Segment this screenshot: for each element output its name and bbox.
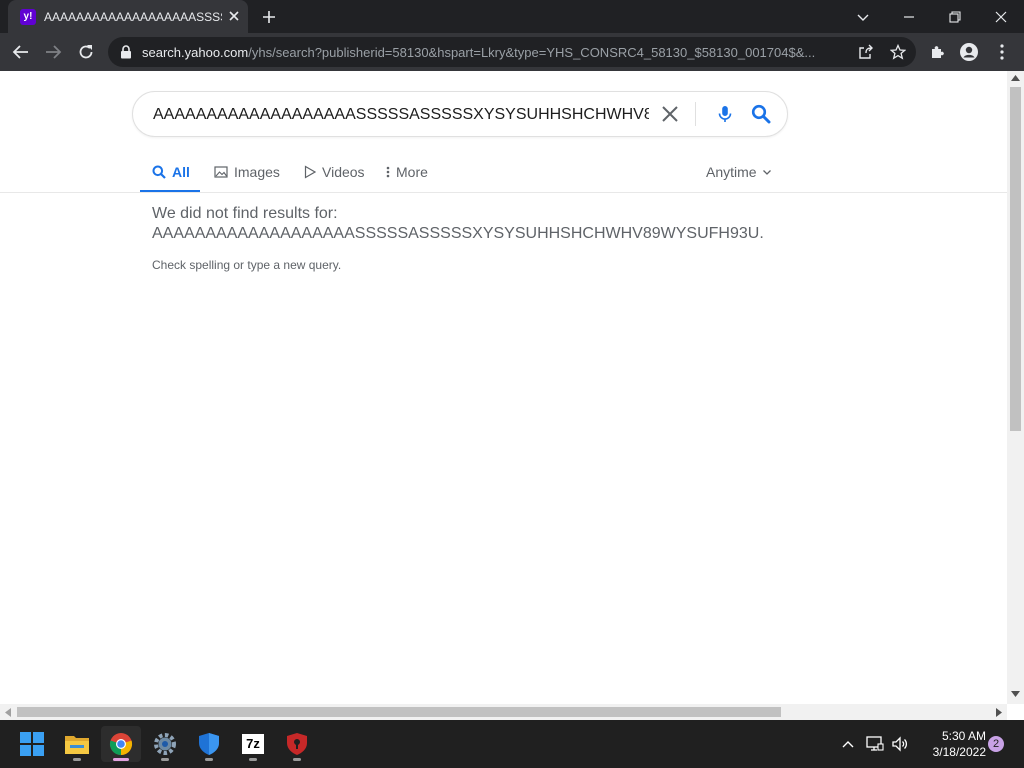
tab-all-label: All: [172, 164, 190, 180]
extensions-puzzle-icon[interactable]: [927, 41, 949, 63]
vertical-scroll-thumb[interactable]: [1010, 87, 1021, 431]
scroll-right-arrow-icon[interactable]: [996, 708, 1002, 717]
profile-avatar-icon[interactable]: [958, 41, 980, 63]
tab-images-label: Images: [234, 164, 280, 180]
lock-icon[interactable]: [120, 45, 132, 64]
red-shield-icon: [287, 733, 307, 755]
tab-more-label: More: [396, 164, 428, 180]
minimize-button[interactable]: [886, 0, 932, 33]
windows-taskbar: 7z 5:30 AM 3/18/2022 2: [0, 720, 1024, 768]
running-indicator: [205, 758, 213, 761]
more-vert-icon: [386, 166, 390, 178]
taskbar-7zip[interactable]: 7z: [233, 726, 273, 762]
no-results-message: We did not find results for: AAAAAAAAAAA…: [152, 204, 852, 244]
tab-more[interactable]: More: [386, 152, 428, 192]
taskbar-security-app[interactable]: [277, 726, 317, 762]
reload-icon[interactable]: [75, 41, 97, 63]
clear-search-icon[interactable]: [661, 105, 679, 123]
spelling-hint: Check spelling or type a new query.: [152, 258, 342, 272]
browser-toolbar: search.yahoo.com/yhs/search?publisherid=…: [0, 33, 1024, 71]
search-box[interactable]: AAAAAAAAAAAAAAAAAAASSSSSASSSSSXYSYSUHHSH…: [132, 91, 788, 137]
scroll-up-arrow-icon[interactable]: [1011, 75, 1020, 81]
address-bar[interactable]: search.yahoo.com/yhs/search?publisherid=…: [108, 37, 916, 67]
tabs-divider: [0, 192, 1007, 193]
time-filter-label: Anytime: [706, 164, 757, 180]
tab-videos-label: Videos: [322, 164, 365, 180]
seven-zip-icon: 7z: [242, 734, 264, 754]
restore-button[interactable]: [932, 0, 978, 33]
taskbar-chrome[interactable]: [101, 726, 141, 762]
scroll-down-arrow-icon[interactable]: [1011, 691, 1020, 697]
network-icon[interactable]: [865, 734, 885, 754]
start-button[interactable]: [12, 726, 52, 762]
url-text[interactable]: search.yahoo.com/yhs/search?publisherid=…: [142, 44, 822, 61]
web-page: AAAAAAAAAAAAAAAAAAASSSSSASSSSSXYSYSUHHSH…: [0, 71, 1007, 704]
chrome-logo-icon: [109, 733, 133, 756]
volume-icon[interactable]: [890, 734, 910, 754]
windows-logo-icon: [20, 732, 44, 756]
gear-icon: [154, 733, 176, 755]
taskbar-settings[interactable]: [145, 726, 185, 762]
active-indicator: [113, 758, 129, 761]
show-hidden-icons-chevron-icon[interactable]: [838, 734, 858, 754]
running-indicator: [249, 758, 257, 761]
close-window-button[interactable]: [978, 0, 1024, 33]
scroll-left-arrow-icon[interactable]: [5, 708, 11, 717]
tab-title: AAAAAAAAAAAAAAAAAAASSSSSASSSSSXYSYSUHHSH…: [44, 10, 222, 24]
clock-time: 5:30 AM: [941, 729, 986, 743]
chevron-down-icon: [762, 170, 771, 175]
no-results-query: AAAAAAAAAAAAAAAAAAASSSSSASSSSSXYSYSUHHSH…: [152, 225, 764, 242]
url-host: search.yahoo.com: [142, 45, 249, 60]
shield-icon: [199, 733, 219, 755]
no-results-heading: We did not find results for:: [152, 205, 338, 222]
tab-search-chevron-icon[interactable]: [840, 0, 886, 33]
horizontal-scrollbar[interactable]: [0, 704, 1007, 720]
browser-tab-strip: y! AAAAAAAAAAAAAAAAAAASSSSSASSSSSXYSYSUH…: [0, 0, 1024, 33]
system-clock[interactable]: 5:30 AM 3/18/2022: [912, 728, 986, 760]
image-icon: [214, 166, 228, 178]
tab-videos[interactable]: Videos: [304, 152, 365, 192]
clock-date: 3/18/2022: [932, 745, 986, 759]
horizontal-scroll-thumb[interactable]: [17, 707, 781, 717]
folder-icon: [65, 736, 89, 754]
forward-arrow-icon[interactable]: [42, 41, 64, 63]
tab-all[interactable]: All: [152, 152, 190, 192]
time-filter-dropdown[interactable]: Anytime: [706, 152, 773, 192]
search-submit-icon[interactable]: [751, 104, 771, 124]
new-tab-button[interactable]: [259, 8, 279, 26]
search-box-divider: [695, 102, 696, 126]
running-indicator: [293, 758, 301, 761]
notification-badge[interactable]: 2: [988, 736, 1004, 752]
scrollbar-corner: [1007, 704, 1024, 720]
search-input[interactable]: AAAAAAAAAAAAAAAAAAASSSSSASSSSSXYSYSUHHSH…: [153, 105, 649, 125]
bookmark-star-icon[interactable]: [888, 42, 908, 62]
tab-images[interactable]: Images: [214, 152, 280, 192]
chrome-menu-icon[interactable]: [991, 41, 1013, 63]
microphone-icon[interactable]: [715, 104, 735, 124]
browser-tab-active[interactable]: y! AAAAAAAAAAAAAAAAAAASSSSSASSSSSXYSYSUH…: [8, 0, 248, 33]
taskbar-file-explorer[interactable]: [57, 726, 97, 762]
yahoo-favicon-icon: y!: [20, 9, 36, 25]
play-icon: [304, 165, 316, 179]
tab-close-icon[interactable]: [226, 8, 242, 24]
search-icon: [152, 165, 166, 179]
back-arrow-icon[interactable]: [10, 41, 32, 63]
url-path: /yhs/search?publisherid=58130&hspart=Lkr…: [248, 45, 816, 60]
running-indicator: [161, 758, 169, 761]
share-icon[interactable]: [856, 42, 876, 62]
running-indicator: [73, 758, 81, 761]
vertical-scrollbar[interactable]: [1007, 71, 1024, 704]
taskbar-defender[interactable]: [189, 726, 229, 762]
